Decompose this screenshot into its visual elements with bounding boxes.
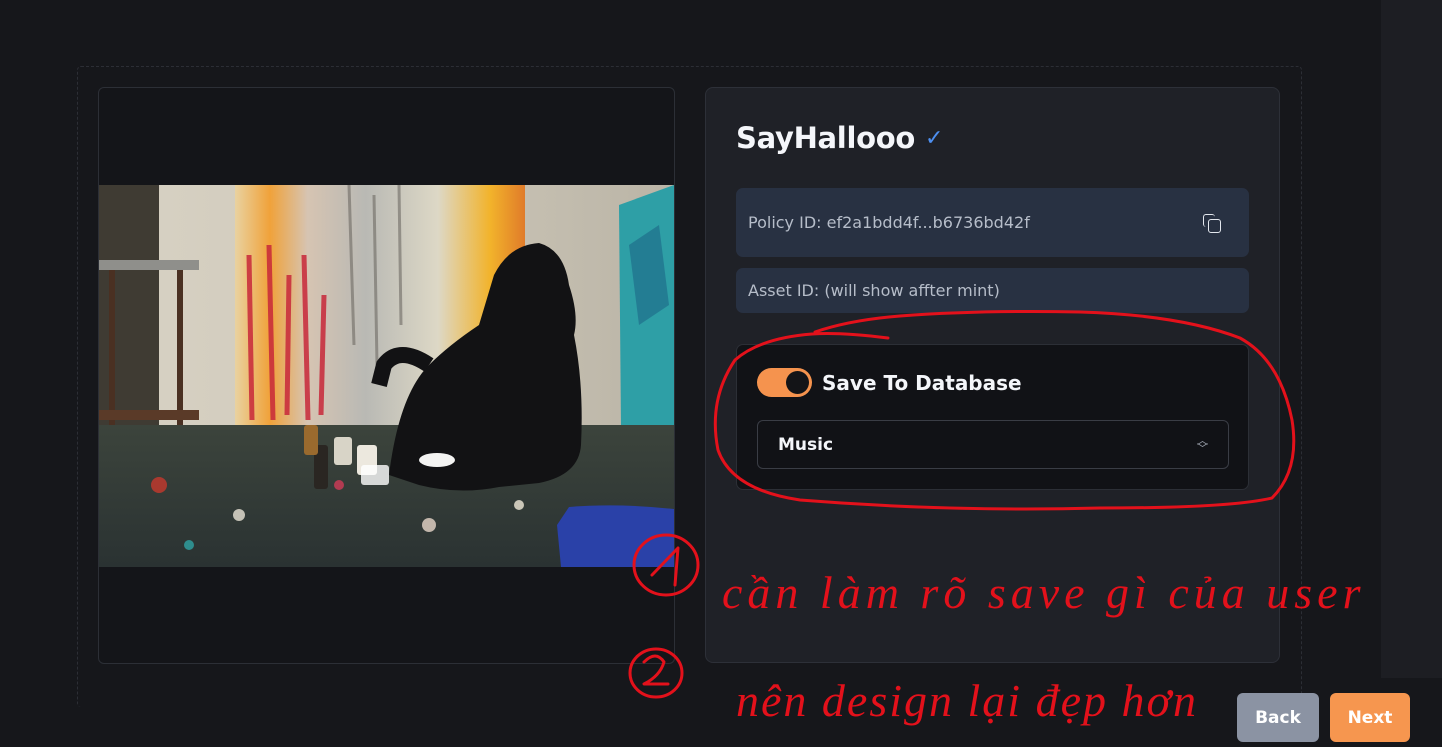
check-mark-icon: ✓ <box>924 125 944 151</box>
back-button[interactable]: Back <box>1237 693 1319 742</box>
save-to-database-label: Save To Database <box>822 370 1022 395</box>
right-edge-panel <box>1381 0 1442 678</box>
toggle-knob <box>786 371 809 394</box>
chevron-up-down-icon: ︿ ﹀ <box>1197 433 1208 455</box>
copy-icon[interactable] <box>1201 212 1223 234</box>
nft-preview-card <box>98 87 675 664</box>
save-toggle-row: Save To Database <box>757 368 1022 397</box>
policy-id-text: Policy ID: ef2a1bdd4f...b6736bd42f <box>748 213 1030 232</box>
title-row: SayHallooo ✓ <box>736 121 943 155</box>
next-button[interactable]: Next <box>1330 693 1410 742</box>
category-select[interactable]: Music ︿ ﹀ <box>757 420 1229 469</box>
asset-id-field: Asset ID: (will show affter mint) <box>736 268 1249 313</box>
category-select-value: Music <box>778 434 834 455</box>
save-to-database-toggle[interactable] <box>757 368 812 397</box>
policy-id-field: Policy ID: ef2a1bdd4f...b6736bd42f <box>736 188 1249 257</box>
asset-id-text: Asset ID: (will show affter mint) <box>748 281 1000 300</box>
nft-info-card: SayHallooo ✓ Policy ID: ef2a1bdd4f...b67… <box>705 87 1280 663</box>
nft-title: SayHallooo <box>736 121 915 155</box>
save-to-database-panel: Save To Database Music ︿ ﹀ <box>736 344 1249 490</box>
nft-artwork-image <box>99 185 674 567</box>
